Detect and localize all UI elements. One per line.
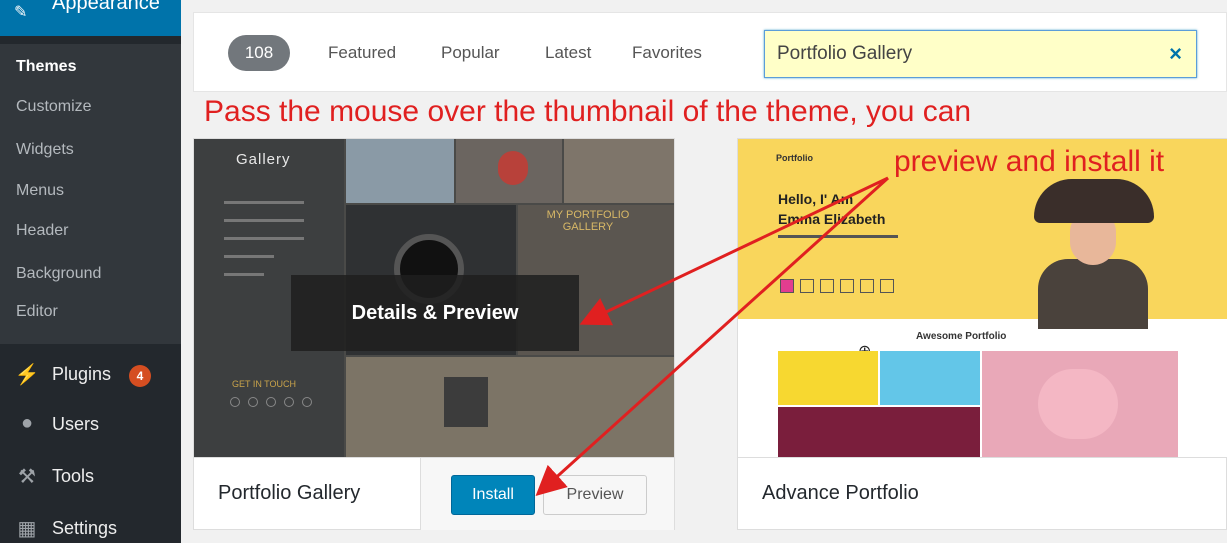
annotation-line-2: preview and install it	[894, 145, 1165, 178]
sidebar-item-label: Appearance	[52, 0, 160, 14]
update-count-badge: 4	[129, 365, 151, 387]
person-name: Emma Elizabeth	[778, 211, 886, 227]
gallery-photo	[564, 139, 674, 203]
theme-logo: Gallery	[236, 151, 291, 168]
social-icon	[840, 279, 854, 293]
portfolio-tile	[880, 351, 980, 405]
submenu-editor[interactable]: Editor	[16, 303, 58, 321]
plugin-icon: ⚡	[14, 364, 40, 386]
filter-favorites[interactable]: Favorites	[632, 43, 702, 63]
theme-filter-bar: 108 Featured Popular Latest Favorites Po…	[193, 12, 1227, 92]
gallery-photo	[346, 357, 674, 457]
person-photo	[1038, 259, 1148, 329]
sidebar-item-label: Settings	[52, 518, 118, 538]
filter-latest[interactable]: Latest	[545, 43, 591, 63]
piggy-bank-image	[1038, 369, 1118, 439]
sidebar-item-label: Users	[52, 414, 100, 434]
settings-icon: ▦	[17, 518, 37, 540]
apple-photo	[498, 151, 528, 185]
submenu-header[interactable]: Header	[16, 222, 68, 240]
users-icon: ●	[20, 412, 34, 434]
portfolio-tile	[778, 351, 878, 405]
theme-screenshot[interactable]: Gallery GET IN TOUCH MY PORTFOLIO GALLER	[194, 139, 674, 457]
theme-brand: Portfolio	[776, 153, 813, 163]
social-icon	[248, 397, 258, 407]
theme-card-advance-portfolio[interactable]: Portfolio Hello, I' Am Emma Elizabeth Aw…	[737, 138, 1227, 530]
vintage-camera-photo	[444, 377, 488, 427]
theme-card-footer: Portfolio Gallery Install Preview	[194, 457, 674, 530]
social-icon	[284, 397, 294, 407]
theme-search-input[interactable]: Portfolio Gallery ×	[764, 30, 1197, 78]
social-icon	[800, 279, 814, 293]
social-icon	[880, 279, 894, 293]
sidebar-item-label: Tools	[52, 466, 95, 486]
hero-greeting: Hello, I' Am Emma Elizabeth	[778, 189, 885, 229]
submenu-menus[interactable]: Menus	[16, 182, 64, 200]
social-icon	[780, 279, 794, 293]
get-in-touch-label: GET IN TOUCH	[232, 379, 297, 389]
greeting-text: Hello, I' Am	[778, 191, 854, 207]
social-icon	[266, 397, 276, 407]
paintbrush-icon: ✎	[14, 4, 28, 21]
sidebar-item-label: Plugins	[52, 364, 112, 384]
theme-name: Advance Portfolio	[762, 482, 919, 504]
wp-themes-page: ✎ Appearance Themes Customize Widgets Me…	[0, 0, 1227, 543]
search-value: Portfolio Gallery	[777, 43, 913, 64]
theme-count-badge: 108	[228, 35, 290, 71]
submenu-customize[interactable]: Customize	[16, 98, 92, 116]
submenu-background[interactable]: Background	[16, 265, 101, 283]
social-icon	[302, 397, 312, 407]
hero-subtitle-line	[778, 235, 898, 238]
sidebar-item-users[interactable]: ● Users	[0, 402, 181, 446]
theme-name: Portfolio Gallery	[218, 482, 361, 504]
theme-screenshot[interactable]: Portfolio Hello, I' Am Emma Elizabeth Aw…	[738, 139, 1227, 457]
wrench-icon: ⚒	[18, 466, 36, 488]
annotation-line-1: Pass the mouse over the thumbnail of the…	[204, 95, 972, 128]
submenu-themes[interactable]: Themes	[16, 58, 76, 76]
social-icon	[860, 279, 874, 293]
theme-card-footer: Advance Portfolio	[738, 457, 1226, 529]
filter-featured[interactable]: Featured	[328, 43, 396, 63]
appearance-submenu: Themes Customize Widgets Menus Header Ba…	[0, 44, 181, 344]
details-preview-button[interactable]: Details & Preview	[291, 275, 579, 351]
gallery-heading: MY PORTFOLIO GALLERY	[546, 209, 630, 233]
admin-sidebar: ✎ Appearance Themes Customize Widgets Me…	[0, 0, 181, 543]
menu-line	[224, 219, 304, 222]
portfolio-section-title: Awesome Portfolio	[916, 331, 1007, 342]
sidebar-item-appearance[interactable]: ✎ Appearance	[0, 0, 181, 36]
clear-search-icon[interactable]: ×	[1169, 41, 1182, 67]
gallery-photo	[346, 139, 454, 203]
menu-line	[224, 255, 274, 258]
theme-card-portfolio-gallery[interactable]: Gallery GET IN TOUCH MY PORTFOLIO GALLER	[193, 138, 675, 530]
sidebar-item-settings[interactable]: ▦ Settings	[0, 506, 181, 543]
menu-line	[224, 237, 304, 240]
filter-popular[interactable]: Popular	[441, 43, 500, 63]
social-icon	[230, 397, 240, 407]
menu-line	[224, 273, 264, 276]
menu-line	[224, 201, 304, 204]
portfolio-tile	[778, 407, 980, 457]
person-hat	[1034, 179, 1154, 223]
sidebar-item-tools[interactable]: ⚒ Tools	[0, 454, 181, 498]
theme-actions: Install Preview	[420, 458, 674, 530]
preview-button[interactable]: Preview	[543, 475, 647, 515]
social-icon	[820, 279, 834, 293]
sidebar-item-plugins[interactable]: ⚡ Plugins 4	[0, 352, 181, 396]
submenu-widgets[interactable]: Widgets	[16, 141, 74, 159]
install-button[interactable]: Install	[451, 475, 535, 515]
